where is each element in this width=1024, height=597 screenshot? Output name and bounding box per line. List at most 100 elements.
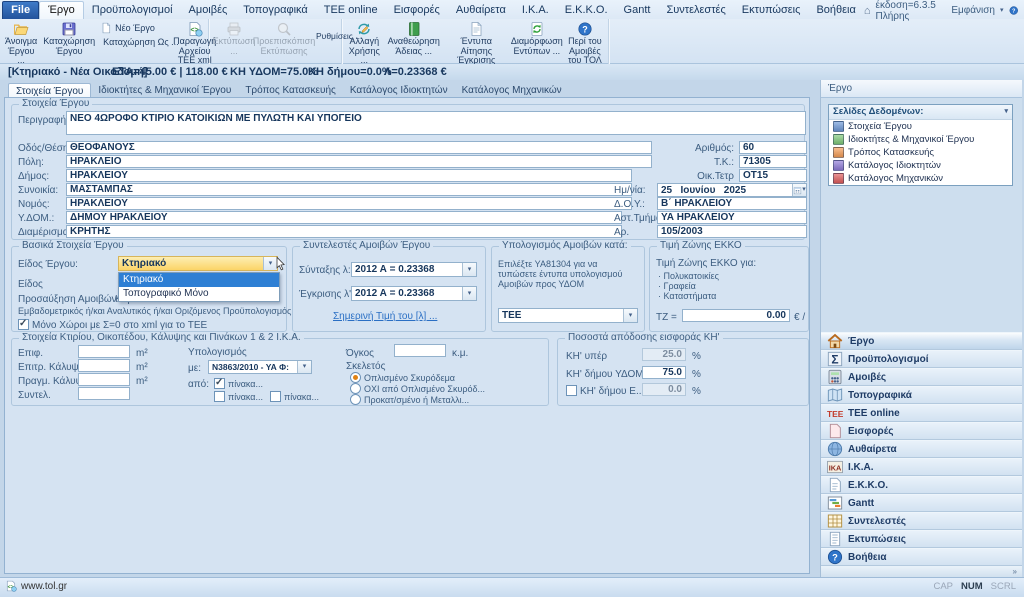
ribbon-tab-ektyposeis[interactable]: Εκτυπώσεις xyxy=(734,2,809,19)
nav-item-topografika[interactable]: Τοπογραφικά xyxy=(821,386,1022,404)
file-menu-button[interactable]: File xyxy=(2,1,39,19)
display-menu[interactable]: Εμφάνιση xyxy=(951,5,995,16)
district-field[interactable] xyxy=(66,183,632,196)
street-field[interactable] xyxy=(66,141,652,154)
tab-tropos-kataskevis[interactable]: Τρόπος Κατασκευής xyxy=(238,83,343,98)
page-item-idioktites[interactable]: Ιδιοκτήτες & Μηχανικοί Έργου xyxy=(829,133,1012,146)
about-button[interactable]: ? Περί του Αμοιβές του ΤΟΛ ... xyxy=(564,20,606,54)
tab-idioktites-mixanikoi[interactable]: Ιδιοκτήτες & Μηχανικοί Έργου xyxy=(91,83,238,98)
nav-item-tee-online[interactable]: ΤΕΕΤΕΕ online xyxy=(821,404,1022,422)
radio-prefab-metal[interactable] xyxy=(350,394,361,405)
coefficient-field[interactable] xyxy=(78,387,130,400)
nav-item-ektyposeis[interactable]: Εκτυπώσεις xyxy=(821,530,1022,548)
kh-dimou-checkbox[interactable] xyxy=(566,385,577,396)
page-item-katalogos-mixanikon[interactable]: Κατάλογος Μηχανικών xyxy=(829,172,1012,185)
nav-item-ekko[interactable]: Ε.Κ.Κ.Ο. xyxy=(821,476,1022,494)
kh-ydom-field[interactable] xyxy=(642,366,686,379)
calc-with-combo[interactable]: Ν3863/2010 - ΥΑ Φ: ▾ xyxy=(208,360,312,374)
nav-item-afthaireta[interactable]: Αυθαίρετα xyxy=(821,440,1022,458)
ribbon-tab-ekko[interactable]: Ε.Κ.Κ.Ο. xyxy=(557,2,616,19)
calc-method-combo[interactable]: ΤΕΕ ▾ xyxy=(498,308,638,323)
nav-item-ika[interactable]: ΙΚΑΙ.Κ.Α. xyxy=(821,458,1022,476)
table3-checkbox[interactable] xyxy=(270,391,281,402)
nav-item-gantt[interactable]: Gantt xyxy=(821,494,1022,512)
calc-from-label: από: xyxy=(188,379,209,390)
page-item-stoixeia-ergou[interactable]: Στοιχεία Έργου xyxy=(829,120,1012,133)
building-permit-forms-button[interactable]: Έντυπα Αίτησης Έγκρισης Δόμησης ... ▾ xyxy=(443,20,510,54)
table2-checkbox[interactable] xyxy=(214,391,225,402)
page-item-tropos[interactable]: Τρόπος Κατασκευής xyxy=(829,146,1012,159)
chevron-more-icon[interactable]: » xyxy=(1013,567,1017,576)
nav-item-syntelestes[interactable]: Συντελεστές xyxy=(821,512,1022,530)
doy-field[interactable] xyxy=(657,197,807,210)
help-icon[interactable]: ? xyxy=(1009,4,1019,17)
nav-item-proypologismoi[interactable]: ΣΠροϋπολογισμοί xyxy=(821,350,1022,368)
municipality-field[interactable] xyxy=(66,169,632,182)
svg-text:?: ? xyxy=(832,553,838,563)
table1-checkbox[interactable] xyxy=(214,378,225,389)
number-field[interactable] xyxy=(739,141,807,154)
ribbon-tab-ergo[interactable]: Έργο xyxy=(39,1,84,19)
actual-coverage-field[interactable] xyxy=(78,373,130,386)
dropdown-button[interactable]: ▾ xyxy=(462,287,476,300)
dropdown-button[interactable]: ▾ xyxy=(297,361,311,373)
tab-stoixeia-ergou[interactable]: Στοιχεία Έργου xyxy=(8,83,91,98)
ribbon-tab-gantt[interactable]: Gantt xyxy=(616,2,659,19)
nav-item-voitheia[interactable]: ?Βοήθεια xyxy=(821,548,1022,566)
egrisis-lambda-combo[interactable]: 2012 Α = 0.23368 ▾ xyxy=(351,286,477,301)
ydom-field[interactable] xyxy=(66,211,622,224)
ribbon-tab-proypologismoi[interactable]: Προϋπολογισμοί xyxy=(84,2,181,19)
surface-field[interactable] xyxy=(78,345,130,358)
volume-field[interactable] xyxy=(394,344,446,357)
police-station-field[interactable] xyxy=(657,211,807,224)
calendar-dropdown-button[interactable]: ▾ xyxy=(792,184,806,196)
open-project-button[interactable]: Άνοιγμα Έργου ... xyxy=(2,20,40,54)
svg-text:?: ? xyxy=(1012,9,1016,15)
ribbon-tab-eisfores[interactable]: Εισφορές xyxy=(386,2,448,19)
radio-not-reinforced[interactable] xyxy=(350,383,361,394)
data-pages-header[interactable]: Σελίδες Δεδομένων: ▾ xyxy=(829,105,1012,120)
chevron-down-icon[interactable]: ▾ xyxy=(1000,8,1004,14)
new-project-button[interactable]: Νέο Έργο xyxy=(98,22,170,34)
lambda-today-link[interactable]: Σημερινή Τιμή του [λ] ... xyxy=(333,311,437,322)
ribbon-tab-tee-online[interactable]: ΤΕΕ online xyxy=(316,2,386,19)
dropdown-button[interactable]: ▾ xyxy=(462,263,476,276)
city-field[interactable] xyxy=(66,155,652,168)
format-forms-button[interactable]: Διαμόρφωση Εντύπων ... xyxy=(510,20,564,54)
radio-reinforced-concrete[interactable] xyxy=(350,372,361,383)
description-field[interactable] xyxy=(66,111,806,135)
nav-item-ergo[interactable]: Έργο xyxy=(821,332,1022,350)
tz-field[interactable] xyxy=(682,309,790,322)
region-field[interactable] xyxy=(66,225,622,238)
page-item-katalogos-idioktiton[interactable]: Κατάλογος Ιδιοκτητών xyxy=(829,159,1012,172)
ribbon-tab-topografika[interactable]: Τοπογραφικά xyxy=(235,2,315,19)
tab-katalogos-idioktiton[interactable]: Κατάλογος Ιδιοκτητών xyxy=(343,83,455,98)
tab-katalogos-mixanikon[interactable]: Κατάλογος Μηχανικών xyxy=(455,83,569,98)
ribbon-tab-voitheia[interactable]: Βοήθεια xyxy=(808,2,863,19)
ribbon-tab-synteleste[interactable]: Συντελεστές xyxy=(658,2,733,19)
nav-item-amoives[interactable]: Αμοιβές xyxy=(821,368,1022,386)
dropdown-option-topografiko[interactable]: Τοπογραφικό Μόνο xyxy=(119,287,279,301)
date-picker[interactable]: 25 Ιουνίου 2025 ▾ xyxy=(657,183,807,197)
postal-code-field[interactable] xyxy=(739,155,807,168)
xml-spaces-checkbox[interactable] xyxy=(18,319,29,330)
syntaxis-lambda-combo[interactable]: 2012 Α = 0.23368 ▾ xyxy=(351,262,477,277)
website-link[interactable]: www.tol.gr xyxy=(21,581,67,592)
project-kind-combo[interactable]: Κτηριακό ▾ xyxy=(118,256,278,271)
save-project-button[interactable]: Καταχώρηση Έργου xyxy=(40,20,98,54)
ribbon-tab-ika[interactable]: Ι.Κ.Α. xyxy=(514,2,557,19)
chevron-down-icon[interactable]: ▾ xyxy=(1004,105,1008,119)
ribbon-tab-afthaireta[interactable]: Αυθαίρετα xyxy=(448,2,514,19)
change-use-button[interactable]: Αλλαγή Χρήσης ... xyxy=(344,20,385,54)
ar-field[interactable] xyxy=(657,225,807,238)
ribbon-tab-amoives[interactable]: Αμοιβές xyxy=(181,2,236,19)
dropdown-option-ktiriako[interactable]: Κτηριακό xyxy=(119,273,279,287)
license-revision-button[interactable]: Αναθεώρηση Άδειας ... xyxy=(385,20,443,54)
legend-kh-percentages: Ποσοστά απόδοσης εισφοράς ΚΗ' xyxy=(565,332,723,343)
nav-item-eisfores[interactable]: Εισφορές xyxy=(821,422,1022,440)
save-as-button[interactable]: Καταχώρηση Ως ... xyxy=(98,36,170,48)
dropdown-button[interactable]: ▾ xyxy=(623,309,637,322)
allowed-coverage-field[interactable] xyxy=(78,359,130,372)
block-field[interactable] xyxy=(739,169,807,182)
prefecture-field[interactable] xyxy=(66,197,632,210)
